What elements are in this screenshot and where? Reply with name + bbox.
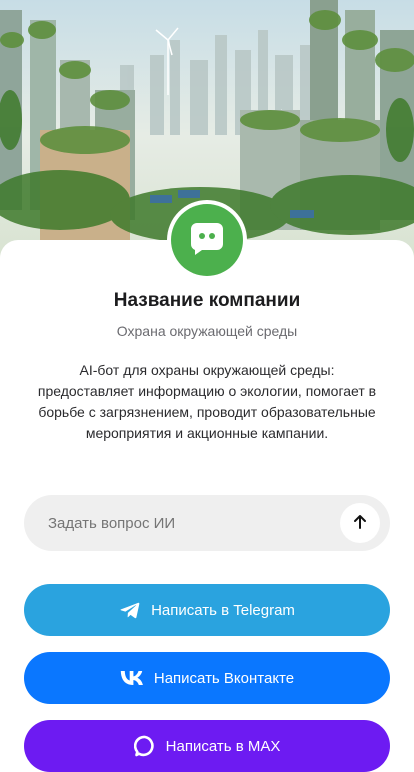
vk-button-label: Написать Вконтакте — [153, 669, 295, 687]
company-description: AI-бот для охраны окружающей среды: пред… — [37, 362, 377, 441]
ask-ai-box — [24, 495, 390, 551]
telegram-button-label: Написать в Telegram — [151, 601, 295, 619]
max-icon — [133, 735, 156, 757]
arrow-up-icon — [352, 514, 368, 533]
max-button-label: Написать в MAX — [165, 737, 281, 755]
ask-ai-input[interactable] — [48, 495, 328, 551]
company-category: Охрана окружающей среды — [116, 323, 298, 339]
vk-icon — [120, 670, 144, 686]
send-button[interactable] — [340, 503, 380, 543]
telegram-button[interactable]: Написать в Telegram — [24, 584, 390, 636]
avatar-badge — [171, 204, 243, 276]
telegram-icon — [119, 599, 141, 621]
max-button[interactable]: Написать в MAX — [24, 720, 390, 772]
avatar — [167, 200, 247, 280]
vk-button[interactable]: Написать Вконтакте — [24, 652, 390, 704]
company-name: Название компании — [113, 290, 301, 311]
chat-bubble-icon — [188, 219, 226, 262]
